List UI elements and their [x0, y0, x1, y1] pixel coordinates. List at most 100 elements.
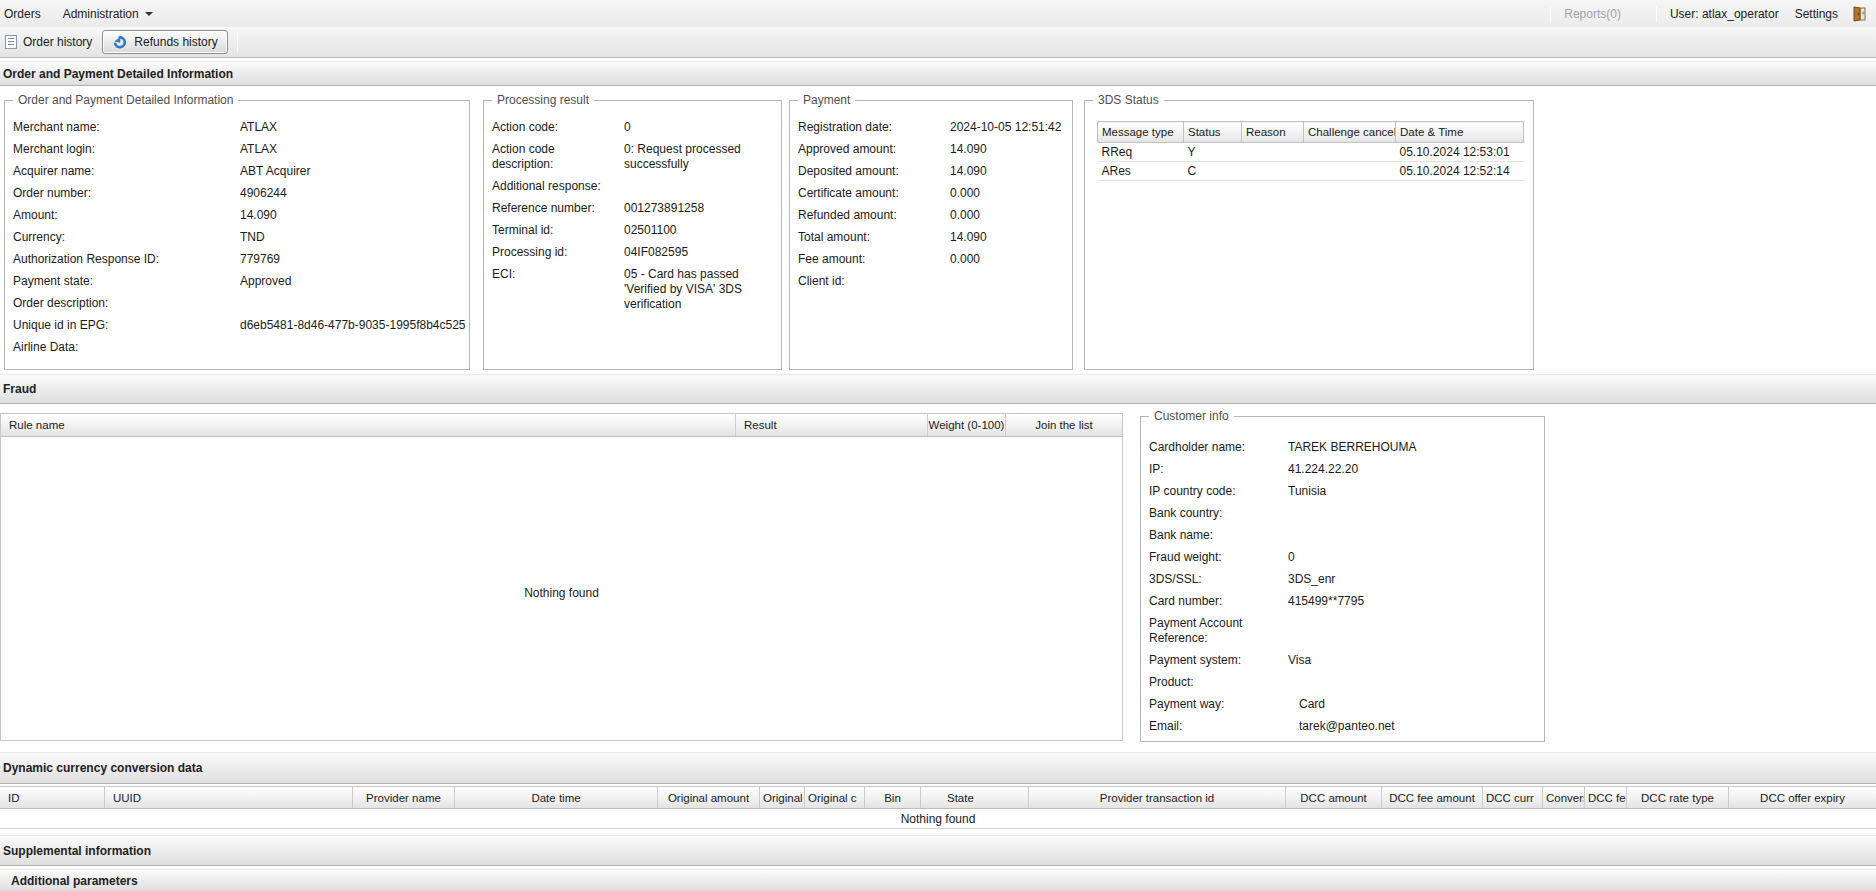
tds-column-header[interactable]: Date & Time — [1396, 122, 1524, 143]
dcc-column[interactable]: UUID — [105, 787, 353, 808]
field-row: Certificate amount:0.000 — [798, 186, 1064, 201]
field-label: Processing id: — [492, 245, 624, 260]
field-value: Card — [1288, 697, 1536, 712]
tab-order-history[interactable]: Order history — [1, 30, 96, 54]
menu-administration[interactable]: Administration — [63, 7, 153, 21]
field-value: 0: Request processed successfully — [624, 142, 773, 172]
dcc-column[interactable]: DCC offer expiry — [1729, 787, 1876, 808]
field-value: TND — [240, 230, 461, 245]
field-value: 001273891258 — [624, 201, 773, 216]
dcc-column[interactable]: Provider transaction id — [1029, 787, 1286, 808]
field-value: ATLAX — [240, 142, 461, 157]
field-label: Payment Account Reference: — [1149, 616, 1288, 646]
field-value: 14.090 — [950, 142, 1064, 157]
field-value: Approved — [240, 274, 461, 289]
fraud-column-rule-name[interactable]: Rule name — [1, 414, 736, 436]
field-value — [624, 179, 773, 194]
field-row: Payment way:Card — [1149, 697, 1536, 712]
field-label: Authorization Response ID: — [13, 252, 240, 267]
fraud-column-result[interactable]: Result — [736, 414, 928, 436]
dcc-column[interactable]: Provider name — [353, 787, 455, 808]
dcc-column[interactable]: DCC curr — [1483, 787, 1543, 808]
tds-column-header[interactable]: Status — [1184, 122, 1242, 143]
field-row: IP country code:Tunisia — [1149, 484, 1536, 499]
field-value: 14.090 — [950, 230, 1064, 245]
field-label: IP: — [1149, 462, 1288, 477]
field-value: 41.224.22.20 — [1288, 462, 1536, 477]
tds-status-fieldset: 3DS Status Message type Status Reason Ch… — [1084, 100, 1534, 370]
dcc-column[interactable]: Conversi — [1543, 787, 1585, 808]
order-history-icon — [5, 35, 17, 49]
menubar-separator — [1550, 6, 1551, 22]
menu-reports[interactable]: Reports(0) — [1564, 7, 1621, 21]
tds-row: ARes C 05.10.2024 12:52:14 — [1098, 162, 1524, 181]
dcc-column[interactable]: Bin — [865, 787, 921, 808]
menu-orders[interactable]: Orders — [4, 7, 41, 21]
field-value: 0.000 — [950, 186, 1064, 201]
dcc-column[interactable]: Date time — [455, 787, 658, 808]
tds-column-header[interactable]: Challenge cancel — [1304, 122, 1396, 143]
toolbar: Order history Refunds history — [0, 27, 1876, 58]
dcc-table-header: ID UUID Provider name Date time Original… — [0, 786, 1876, 809]
fraud-column-weight[interactable]: Weight (0-100) — [928, 414, 1006, 436]
tds-status-table: Message type Status Reason Challenge can… — [1097, 121, 1524, 181]
field-label: Order description: — [13, 296, 240, 311]
field-row: Unique id in EPG:d6eb5481-8d46-477b-9035… — [13, 318, 461, 333]
field-value: 2024-10-05 12:51:42 — [950, 120, 1064, 135]
fraud-table: Rule name Result Weight (0-100) Join the… — [0, 413, 1123, 741]
field-label: Refunded amount: — [798, 208, 950, 223]
field-value: 3DS_enr — [1288, 572, 1536, 587]
field-value — [1288, 506, 1536, 521]
tds-status-legend: 3DS Status — [1093, 93, 1164, 107]
field-row: Fee amount:0.000 — [798, 252, 1064, 267]
field-label: Terminal id: — [492, 223, 624, 238]
field-row: Product: — [1149, 675, 1536, 690]
field-value: ABT Acquirer — [240, 164, 461, 179]
field-value: 0.000 — [950, 208, 1064, 223]
dcc-column[interactable]: Original f — [760, 787, 805, 808]
fraud-column-join[interactable]: Join the list — [1006, 414, 1122, 436]
field-value — [1288, 675, 1536, 690]
field-row: Additional response: — [492, 179, 773, 194]
field-label: Bank country: — [1149, 506, 1288, 521]
field-label: Acquirer name: — [13, 164, 240, 179]
tab-refunds-history[interactable]: Refunds history — [102, 30, 227, 54]
field-row: Terminal id:02501100 — [492, 223, 773, 238]
section-header-additional-parameters: Additional parameters — [0, 869, 1876, 891]
menubar-separator — [1656, 6, 1657, 22]
field-row: Action code description:0: Request proce… — [492, 142, 773, 172]
field-row: Deposited amount:14.090 — [798, 164, 1064, 179]
section-header-fraud: Fraud — [0, 374, 1876, 404]
menubar: Orders Administration Reports(0) User: a… — [0, 0, 1876, 27]
processing-result-body: Action code:0 Action code description:0:… — [484, 101, 781, 369]
logout-door-icon[interactable] — [1850, 5, 1868, 23]
field-label: Approved amount: — [798, 142, 950, 157]
dcc-column[interactable]: DCC fee amount — [1382, 787, 1483, 808]
dcc-column[interactable]: ID — [0, 787, 105, 808]
tds-row: RReq Y 05.10.2024 12:53:01 — [1098, 143, 1524, 162]
field-label: Payment way: — [1149, 697, 1288, 712]
field-value: 0 — [1288, 550, 1536, 565]
tds-column-header[interactable]: Message type — [1098, 122, 1184, 143]
dcc-column[interactable]: Original c — [805, 787, 865, 808]
fraud-empty-message: Nothing found — [1, 586, 1122, 600]
dcc-column[interactable]: DCC rate type — [1627, 787, 1729, 808]
section-header-label: Dynamic currency conversion data — [3, 761, 202, 775]
dcc-column[interactable]: DCC amount — [1286, 787, 1382, 808]
field-label: Payment state: — [13, 274, 240, 289]
processing-result-fieldset: Processing result Action code:0 Action c… — [483, 100, 782, 370]
field-label: Deposited amount: — [798, 164, 950, 179]
section-header-supplemental: Supplemental information — [0, 835, 1876, 866]
tds-column-header[interactable]: Reason — [1242, 122, 1304, 143]
dcc-column[interactable]: DCC fee — [1585, 787, 1627, 808]
field-label: Merchant login: — [13, 142, 240, 157]
field-label: Cardholder name: — [1149, 440, 1288, 455]
chevron-down-icon — [145, 12, 153, 16]
menu-settings[interactable]: Settings — [1795, 7, 1838, 21]
field-row: Reference number:001273891258 — [492, 201, 773, 216]
tds-cell: 05.10.2024 12:52:14 — [1396, 162, 1524, 181]
field-label: Client id: — [798, 274, 950, 289]
dcc-column[interactable]: Original amount — [658, 787, 760, 808]
toolbar-separator — [237, 32, 238, 52]
dcc-column[interactable]: State — [921, 787, 1029, 808]
